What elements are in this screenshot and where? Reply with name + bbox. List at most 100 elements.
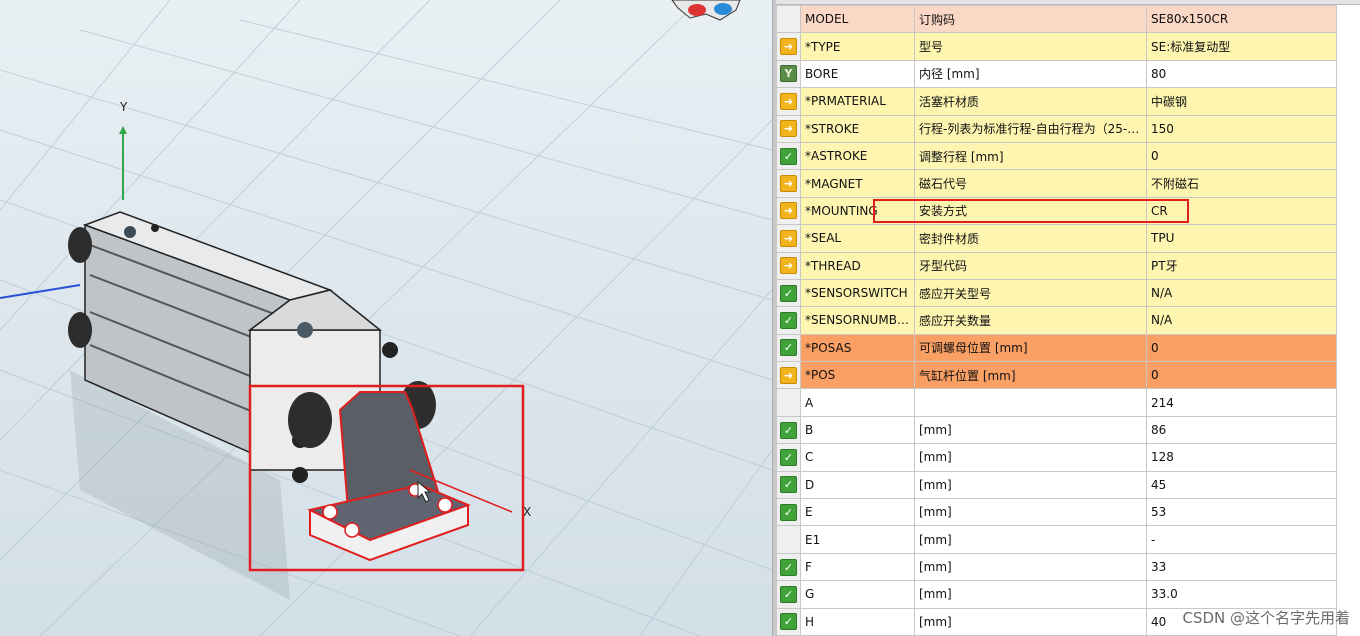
property-value[interactable]: N/A	[1146, 278, 1337, 308]
property-row[interactable]: ➜ *TYPE 型号 SE:标准复动型	[776, 32, 1337, 61]
property-row[interactable]: ➜ *PRMATERIAL 活塞杆材质 中碳钢	[776, 87, 1337, 116]
row-status-cell[interactable]: ➜	[776, 87, 801, 116]
property-value[interactable]: 53	[1146, 498, 1337, 527]
property-name: *MAGNET	[800, 169, 915, 198]
property-value[interactable]: TPU	[1146, 224, 1337, 253]
cad-scene	[0, 0, 772, 636]
property-row[interactable]: ✓ F [mm] 33	[776, 552, 1337, 582]
row-status-cell[interactable]: ✓	[776, 552, 801, 582]
row-status-cell[interactable]: ✓	[776, 443, 801, 472]
arrow-icon[interactable]: ➜	[780, 38, 797, 56]
property-desc: 感应开关型号	[914, 278, 1147, 308]
row-status-cell[interactable]: ✓	[776, 278, 801, 308]
x-axis-label: X	[523, 505, 532, 519]
property-row[interactable]: ✓ D [mm] 45	[776, 470, 1337, 500]
property-value[interactable]: 214	[1146, 388, 1337, 417]
watermark: CSDN @这个名字先用着	[1182, 609, 1350, 627]
property-value[interactable]: 128	[1146, 443, 1337, 472]
property-value[interactable]: 0	[1146, 333, 1337, 363]
arrow-icon[interactable]: ➜	[780, 366, 797, 384]
property-table: MODEL 订购码 SE80x150CR ➜ *TYPE 型号 SE:标准复动型 Y BORE 内…	[776, 4, 1337, 636]
check-icon[interactable]: ✓	[780, 503, 797, 521]
property-value[interactable]: 33	[1146, 552, 1337, 582]
row-status-cell[interactable]: ➜	[776, 169, 801, 198]
row-status-cell[interactable]: ✓	[776, 607, 801, 636]
row-status-cell[interactable]: ✓	[776, 498, 801, 527]
property-row[interactable]: MODEL 订购码 SE80x150CR	[776, 4, 1337, 34]
check-icon[interactable]: ✓	[780, 558, 797, 576]
property-value[interactable]: 45	[1146, 470, 1337, 500]
property-value[interactable]: SE:标准复动型	[1146, 32, 1337, 61]
property-row[interactable]: ✓ B [mm] 86	[776, 415, 1337, 445]
property-value[interactable]: PT牙	[1146, 251, 1337, 280]
property-value[interactable]: 86	[1146, 415, 1337, 445]
row-status-cell[interactable]: ➜	[776, 224, 801, 253]
property-row[interactable]: E1 [mm] -	[776, 525, 1337, 554]
check-icon[interactable]: ✓	[780, 613, 797, 631]
property-value[interactable]: 33.0	[1146, 580, 1337, 609]
arrow-icon[interactable]: ➜	[780, 229, 797, 247]
check-icon[interactable]: ✓	[780, 448, 797, 466]
property-value[interactable]: 0	[1146, 361, 1337, 390]
property-row[interactable]: ✓ *POSAS 可调螺母位置 [mm] 0	[776, 333, 1337, 363]
arrow-icon[interactable]: ➜	[780, 175, 797, 193]
property-row[interactable]: ✓ *ASTROKE 调整行程 [mm] 0	[776, 141, 1337, 171]
property-value[interactable]: 不附磁石	[1146, 169, 1337, 198]
property-desc: 密封件材质	[914, 224, 1147, 253]
row-status-cell[interactable]	[776, 525, 801, 554]
check-icon[interactable]: ✓	[780, 147, 797, 165]
row-status-cell[interactable]: ➜	[776, 196, 801, 226]
3d-viewport[interactable]: Y X	[0, 0, 772, 636]
check-icon[interactable]: ✓	[780, 585, 797, 603]
property-row[interactable]: ✓ E [mm] 53	[776, 498, 1337, 527]
row-status-cell[interactable]: ➜	[776, 32, 801, 61]
property-row[interactable]: ➜ *STROKE 行程-列表为标准行程-自由行程为（25-1... 150	[776, 114, 1337, 143]
property-row[interactable]: ✓ *SENSORNUMBER 感应开关数量 N/A	[776, 306, 1337, 335]
property-value[interactable]: SE80x150CR	[1146, 4, 1337, 34]
property-value[interactable]: N/A	[1146, 306, 1337, 335]
row-status-cell[interactable]: ✓	[776, 141, 801, 171]
property-row[interactable]: ✓ C [mm] 128	[776, 443, 1337, 472]
property-desc	[914, 388, 1147, 417]
check-icon[interactable]: ✓	[780, 339, 797, 357]
check-icon[interactable]: ✓	[780, 311, 797, 329]
arrow-icon[interactable]: ➜	[780, 92, 797, 110]
row-status-cell[interactable]: ➜	[776, 361, 801, 390]
row-status-cell[interactable]: ✓	[776, 415, 801, 445]
property-row[interactable]: ➜ *MOUNTING 安装方式 CR	[776, 196, 1337, 226]
row-status-cell[interactable]: Y	[776, 59, 801, 89]
property-value[interactable]: 0	[1146, 141, 1337, 171]
property-value[interactable]: 80	[1146, 59, 1337, 89]
row-status-cell[interactable]: ➜	[776, 251, 801, 280]
property-value[interactable]: 150	[1146, 114, 1337, 143]
property-row[interactable]: ✓ G [mm] 33.0	[776, 580, 1337, 609]
property-row[interactable]: ➜ *POS 气缸杆位置 [mm] 0	[776, 361, 1337, 390]
row-status-cell[interactable]: ✓	[776, 306, 801, 335]
row-status-cell[interactable]: ➜	[776, 114, 801, 143]
property-desc: [mm]	[914, 443, 1147, 472]
property-row[interactable]: A 214	[776, 388, 1337, 417]
row-status-cell[interactable]: ✓	[776, 580, 801, 609]
property-row[interactable]: ➜ *THREAD 牙型代码 PT牙	[776, 251, 1337, 280]
arrow-icon[interactable]: ➜	[780, 202, 797, 220]
row-status-cell[interactable]: ✓	[776, 470, 801, 500]
row-status-cell[interactable]	[776, 388, 801, 417]
property-name: *STROKE	[800, 114, 915, 143]
property-desc: 磁石代号	[914, 169, 1147, 198]
check-icon[interactable]: ✓	[780, 421, 797, 439]
property-value[interactable]: CR	[1146, 196, 1337, 226]
property-row[interactable]: ➜ *SEAL 密封件材质 TPU	[776, 224, 1337, 253]
property-value[interactable]: 中碳钢	[1146, 87, 1337, 116]
check-icon[interactable]: ✓	[780, 476, 797, 494]
row-status-cell[interactable]: ✓	[776, 333, 801, 363]
filter-icon[interactable]: Y	[780, 65, 797, 83]
arrow-icon[interactable]: ➜	[780, 257, 797, 275]
property-row[interactable]: Y BORE 内径 [mm] 80	[776, 59, 1337, 89]
property-row[interactable]: ✓ *SENSORSWITCH 感应开关型号 N/A	[776, 278, 1337, 308]
arrow-icon[interactable]: ➜	[780, 120, 797, 138]
row-status-cell[interactable]	[776, 4, 801, 34]
property-name: *POSAS	[800, 333, 915, 363]
check-icon[interactable]: ✓	[780, 284, 797, 302]
property-value[interactable]: -	[1146, 525, 1337, 554]
property-row[interactable]: ➜ *MAGNET 磁石代号 不附磁石	[776, 169, 1337, 198]
